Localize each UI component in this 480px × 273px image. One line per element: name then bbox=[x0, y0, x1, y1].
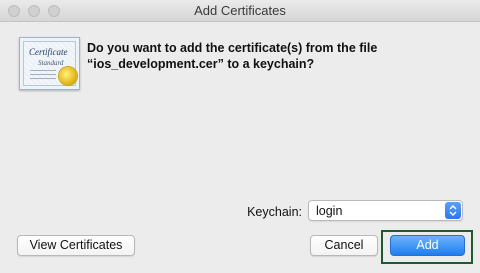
keychain-select[interactable]: login bbox=[308, 200, 463, 221]
view-certificates-button[interactable]: View Certificates bbox=[17, 235, 135, 256]
add-button[interactable]: Add bbox=[390, 235, 465, 256]
up-down-chevron-icon bbox=[445, 202, 461, 219]
dialog-message: Do you want to add the certificate(s) fr… bbox=[87, 40, 467, 72]
message-line-1: Do you want to add the certificate(s) fr… bbox=[87, 41, 378, 55]
cancel-button[interactable]: Cancel bbox=[310, 235, 378, 256]
title-bar: Add Certificates bbox=[0, 0, 480, 22]
add-certificates-dialog: Add Certificates Certificate Standard Do… bbox=[0, 0, 480, 273]
message-line-2: “ios_development.cer” to a keychain? bbox=[87, 57, 315, 71]
certificate-icon-sub: Standard bbox=[38, 59, 64, 67]
seal-icon bbox=[59, 67, 77, 85]
window-title: Add Certificates bbox=[194, 3, 286, 18]
certificate-icon-word: Certificate bbox=[29, 47, 68, 57]
keychain-label: Keychain: bbox=[247, 205, 302, 219]
certificate-icon: Certificate Standard bbox=[19, 37, 80, 90]
keychain-selected-value: login bbox=[316, 204, 343, 218]
